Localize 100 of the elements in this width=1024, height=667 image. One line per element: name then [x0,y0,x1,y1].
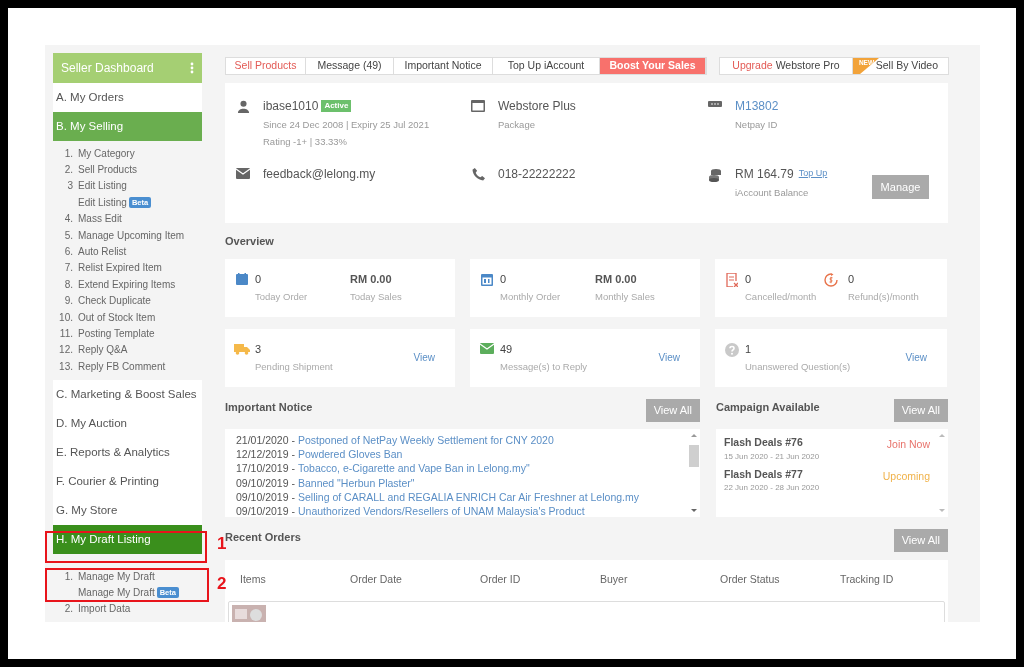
stat-value: RM 0.00 [350,271,393,287]
stat-label: Pending Shipment [255,360,333,375]
account-value: RM 164.79 [735,165,794,183]
campaign-name: Flash Deals #77 [724,466,804,482]
submenu-link[interactable]: Reply Q&A [78,342,128,358]
stat-value: 0 [500,271,508,287]
sidebar-item[interactable]: H. My Draft Listing [53,525,202,555]
sidebar-item[interactable]: C. Marketing & Boost Sales [53,380,202,410]
sidebar-item[interactable]: A. My Orders [53,83,202,112]
submenu-link[interactable]: Relist Expired Item [78,260,162,276]
question-icon [725,342,739,357]
annotation-number: 2 [217,575,227,592]
card-icon [708,99,722,108]
item-number: 1. [63,569,74,584]
truck-icon [234,342,250,355]
submenu-link[interactable]: Manage My Draft [78,584,155,600]
video-label: Sell By Video [875,58,938,73]
stat-label: Today Sales [350,290,402,305]
notice-link[interactable]: Banned "Herbun Plaster" [297,475,415,490]
section-title: Campaign Available [716,399,820,415]
campaign-dates: 15 Jun 2020 - 21 Jun 2020 [724,450,820,463]
notice-date: 09/10/2019 - [236,504,295,519]
stat-value: 3 [255,341,263,357]
submenu-link[interactable]: Edit Listing [78,178,127,194]
view-link[interactable]: View [413,350,435,366]
section-title: Important Notice [225,399,313,415]
netpay-link[interactable]: M13802 [735,96,779,115]
item-number: 9. [63,294,74,309]
notice-link[interactable]: Postponed of NetPay Weekly Settlement for CNY 2020 [297,432,554,448]
view-link[interactable]: View [658,350,680,366]
sidebar-title: Seller Dashboard [61,60,154,77]
stat-label: Unanswered Question(s) [745,360,851,375]
column-header: Buyer [600,572,628,588]
calendar-icon [481,272,493,286]
stat-label: Refund(s)/month [848,290,919,305]
column-header: Tracking ID [840,572,894,588]
tab[interactable]: Important Notice [394,58,493,74]
stat-label: Monthly Order [500,290,561,305]
stat-label: Monthly Sales [595,290,655,305]
item-number: 3 [66,179,74,194]
coins-icon [708,167,722,182]
column-header: Order Status [720,572,780,588]
submenu-link[interactable]: Reply FB Comment [78,358,166,374]
campaign-dates: 22 Jun 2020 - 28 Jun 2020 [724,482,820,495]
item-number: 12. [58,343,74,358]
email-icon [236,167,250,179]
item-number: 4. [63,212,74,227]
sidebar-item[interactable]: D. My Auction [53,409,202,439]
notice-link[interactable]: Tobacco, e-Cigarette and Vape Ban in Lelong.my" [297,461,530,476]
top-up-link[interactable]: Top Up [798,167,828,181]
item-number: 2. [63,163,74,178]
submenu-link[interactable]: Edit Listing [78,194,127,210]
submenu-link[interactable]: Manage My Draft [78,568,155,584]
submenu-link[interactable]: Auto Relist [78,244,127,260]
notice-link[interactable]: Selling of CARALL and REGALIA ENRICH Car Air Freshner at Lelong.my [297,489,639,505]
sidebar-item[interactable]: F. Courier & Printing [53,467,202,497]
notice-date: 09/10/2019 - [236,475,295,490]
submenu-link[interactable]: Manage Upcoming Item [78,227,185,243]
account-value: ibase1010 [263,97,319,115]
view-link[interactable]: View [905,350,927,366]
envelope-icon [480,342,494,354]
sidebar-item[interactable]: G. My Store [53,496,202,526]
upgrade-label: Upgrade [732,58,773,73]
column-header: Items [240,572,266,588]
stat-label: Today Order [255,290,308,305]
upgrade-label: Webstore Pro [775,58,840,73]
stat-value: 0 [848,271,856,287]
account-value: feedback@lelong.my [263,165,376,183]
user-icon [236,99,250,113]
submenu-link[interactable]: Sell Products [78,162,137,178]
submenu-link[interactable]: Check Duplicate [78,293,151,309]
notice-link[interactable]: Powdered Gloves Ban [297,447,403,462]
stat-value: 49 [500,341,514,357]
tab[interactable]: Sell Products [226,58,306,74]
stat-value: 1 [745,341,753,357]
notice-link[interactable]: Unauthorized Vendors/Resellers of UNAM Malaysia's Product [297,504,585,519]
submenu-link[interactable]: My Category [78,145,135,161]
submenu-link[interactable]: Out of Stock Item [78,309,156,325]
browser-icon [471,99,485,112]
receipt-x-icon [726,272,738,287]
submenu-link[interactable]: Posting Template [78,326,155,341]
submenu-link[interactable]: Import Data [78,600,131,616]
column-header: Order ID [480,572,521,588]
submenu-link[interactable]: Mass Edit [78,211,122,227]
campaign-status[interactable]: Join Now [886,434,930,453]
notice-date: 17/10/2019 - [236,461,295,476]
sidebar-item[interactable]: E. Reports & Analytics [53,438,202,468]
annotation-number: 1 [217,535,227,552]
stat-value: 0 [745,271,753,287]
account-detail: Netpay ID [735,117,779,132]
section-title: Recent Orders [225,529,301,543]
stat-value: RM 0.00 [595,271,638,287]
tab[interactable]: Message (49) [306,58,394,74]
account-detail: iAccount Balance [735,185,810,200]
submenu-link[interactable]: Extend Expiring Items [78,276,176,292]
calendar-icon [236,272,248,285]
stat-label: Cancelled/month [745,290,817,305]
column-header: Order Date [350,572,402,588]
item-number: 11. [58,327,74,341]
notice-date: 09/10/2019 - [236,489,295,505]
